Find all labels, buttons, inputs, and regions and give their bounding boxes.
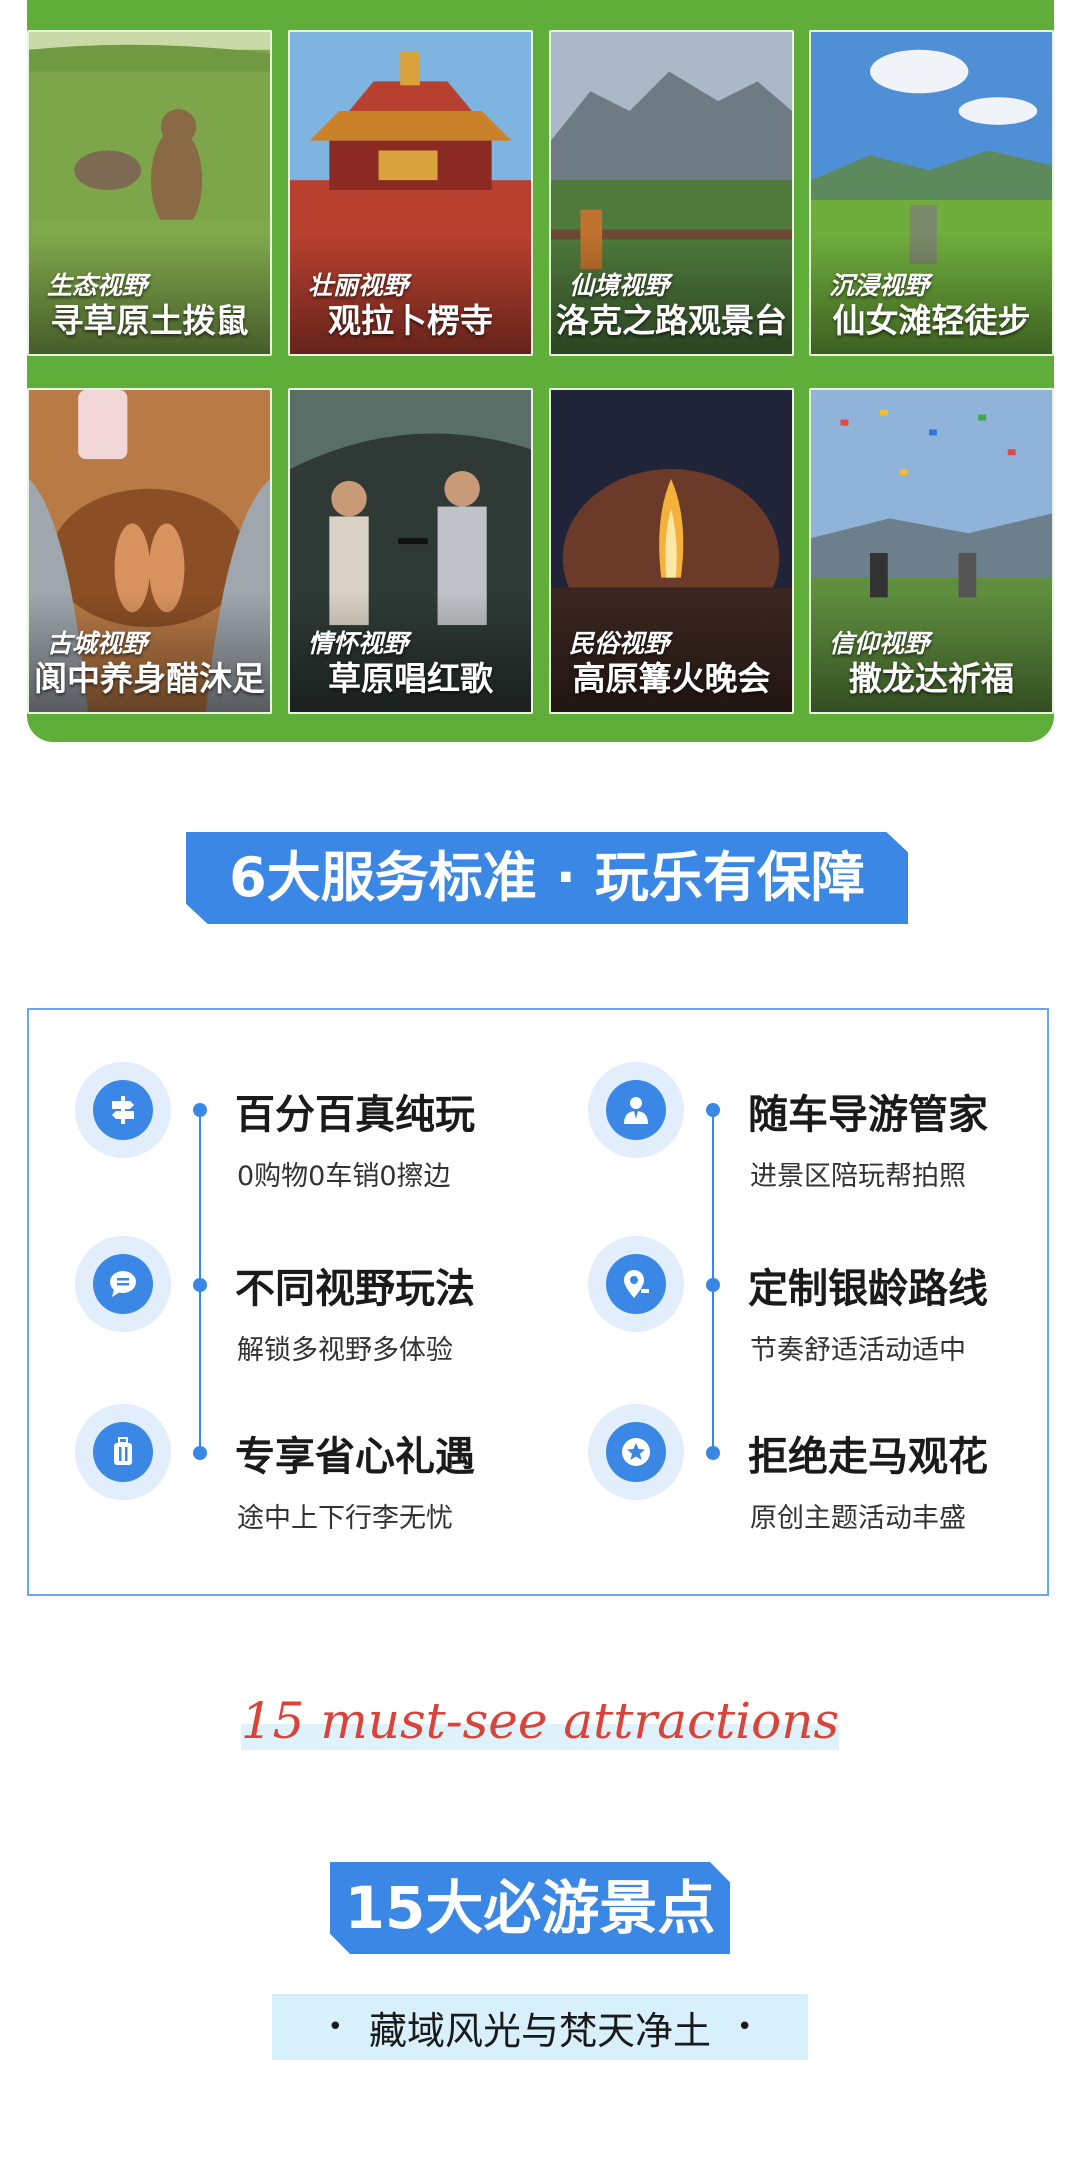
card-name: 观拉卜楞寺: [328, 301, 493, 340]
timeline-dot: [706, 1103, 720, 1117]
card-name: 草原唱红歌: [328, 659, 493, 698]
script-text: 15 must-see attractions: [240, 1692, 840, 1750]
attractions-banner: 15大必游景点: [330, 1862, 730, 1954]
service-icon-ring: [588, 1404, 684, 1500]
card-name: 仙女滩轻徒步: [832, 301, 1031, 340]
service-icon-ring: [588, 1062, 684, 1158]
attraction-card-foot-bath[interactable]: 古城视野 阆中养身醋沐足: [27, 388, 272, 714]
service-icon-ring: [75, 1062, 171, 1158]
location-pin-icon: [606, 1254, 666, 1314]
service-subtitle: 途中上下行李无忧: [237, 1503, 453, 1534]
attractions-script-heading: 15 must-see attractions: [0, 1692, 1080, 1750]
service-subtitle: 0购物0车销0擦边: [237, 1161, 451, 1192]
star-icon: [606, 1422, 666, 1482]
timeline-dot: [193, 1278, 207, 1292]
attraction-card-lungta[interactable]: 信仰视野 撒龙达祈福: [809, 388, 1054, 714]
attraction-card-bonfire[interactable]: 民俗视野 高原篝火晚会: [549, 388, 794, 714]
timeline-dot: [193, 1446, 207, 1460]
card-name: 阆中养身醋沐足: [34, 659, 265, 698]
service-standards-box: 百分百真纯玩 0购物0车销0擦边 不同视野玩法 解锁多视野多体验 专享省心礼遇 …: [27, 1008, 1049, 1596]
service-title: 拒绝走马观花: [748, 1433, 988, 1480]
luggage-icon: [93, 1422, 153, 1482]
service-icon-ring: [588, 1236, 684, 1332]
service-title: 定制银龄路线: [748, 1265, 988, 1312]
card-name: 寻草原土拨鼠: [50, 301, 249, 340]
timeline-dot: [193, 1103, 207, 1117]
bullet-right: •: [737, 2012, 753, 2042]
timeline-dot: [706, 1278, 720, 1292]
bullet-left: •: [327, 2012, 343, 2042]
timeline-dot: [706, 1446, 720, 1460]
service-title: 专享省心礼遇: [235, 1433, 475, 1480]
service-subtitle: 解锁多视野多体验: [237, 1335, 453, 1366]
attractions-photo-grid: 生态视野 寻草原土拨鼠 壮丽视野 观拉卜楞寺 仙境视野 洛克之路观景台 沉浸视野…: [27, 30, 1054, 716]
tour-guide-icon: [606, 1080, 666, 1140]
card-name: 洛克之路观景台: [556, 301, 787, 340]
service-icon-ring: [75, 1404, 171, 1500]
service-subtitle: 节奏舒适活动适中: [750, 1335, 966, 1366]
attraction-card-labrang[interactable]: 壮丽视野 观拉卜楞寺: [288, 30, 533, 356]
service-subtitle: 进景区陪玩帮拍照: [750, 1161, 966, 1192]
service-icon-ring: [75, 1236, 171, 1332]
attraction-card-red-songs[interactable]: 情怀视野 草原唱红歌: [288, 388, 533, 714]
service-title: 不同视野玩法: [235, 1265, 475, 1312]
chat-bubble-icon: [93, 1254, 153, 1314]
service-title: 随车导游管家: [748, 1091, 988, 1138]
attractions-subtitle: 藏域风光与梵天净土: [368, 2008, 711, 2053]
card-name: 撒龙达祈福: [849, 659, 1014, 698]
attraction-card-marmot[interactable]: 生态视野 寻草原土拨鼠: [27, 30, 272, 356]
signpost-icon: [93, 1080, 153, 1140]
attractions-subtitle-bar: • 藏域风光与梵天净土 •: [272, 1994, 808, 2060]
attraction-card-rock-road[interactable]: 仙境视野 洛克之路观景台: [549, 30, 794, 356]
attraction-card-fairy-beach[interactable]: 沉浸视野 仙女滩轻徒步: [809, 30, 1054, 356]
service-standards-banner: 6大服务标准 · 玩乐有保障: [186, 832, 908, 924]
card-name: 高原篝火晚会: [572, 659, 771, 698]
service-title: 百分百真纯玩: [235, 1091, 475, 1138]
service-subtitle: 原创主题活动丰盛: [750, 1503, 966, 1534]
